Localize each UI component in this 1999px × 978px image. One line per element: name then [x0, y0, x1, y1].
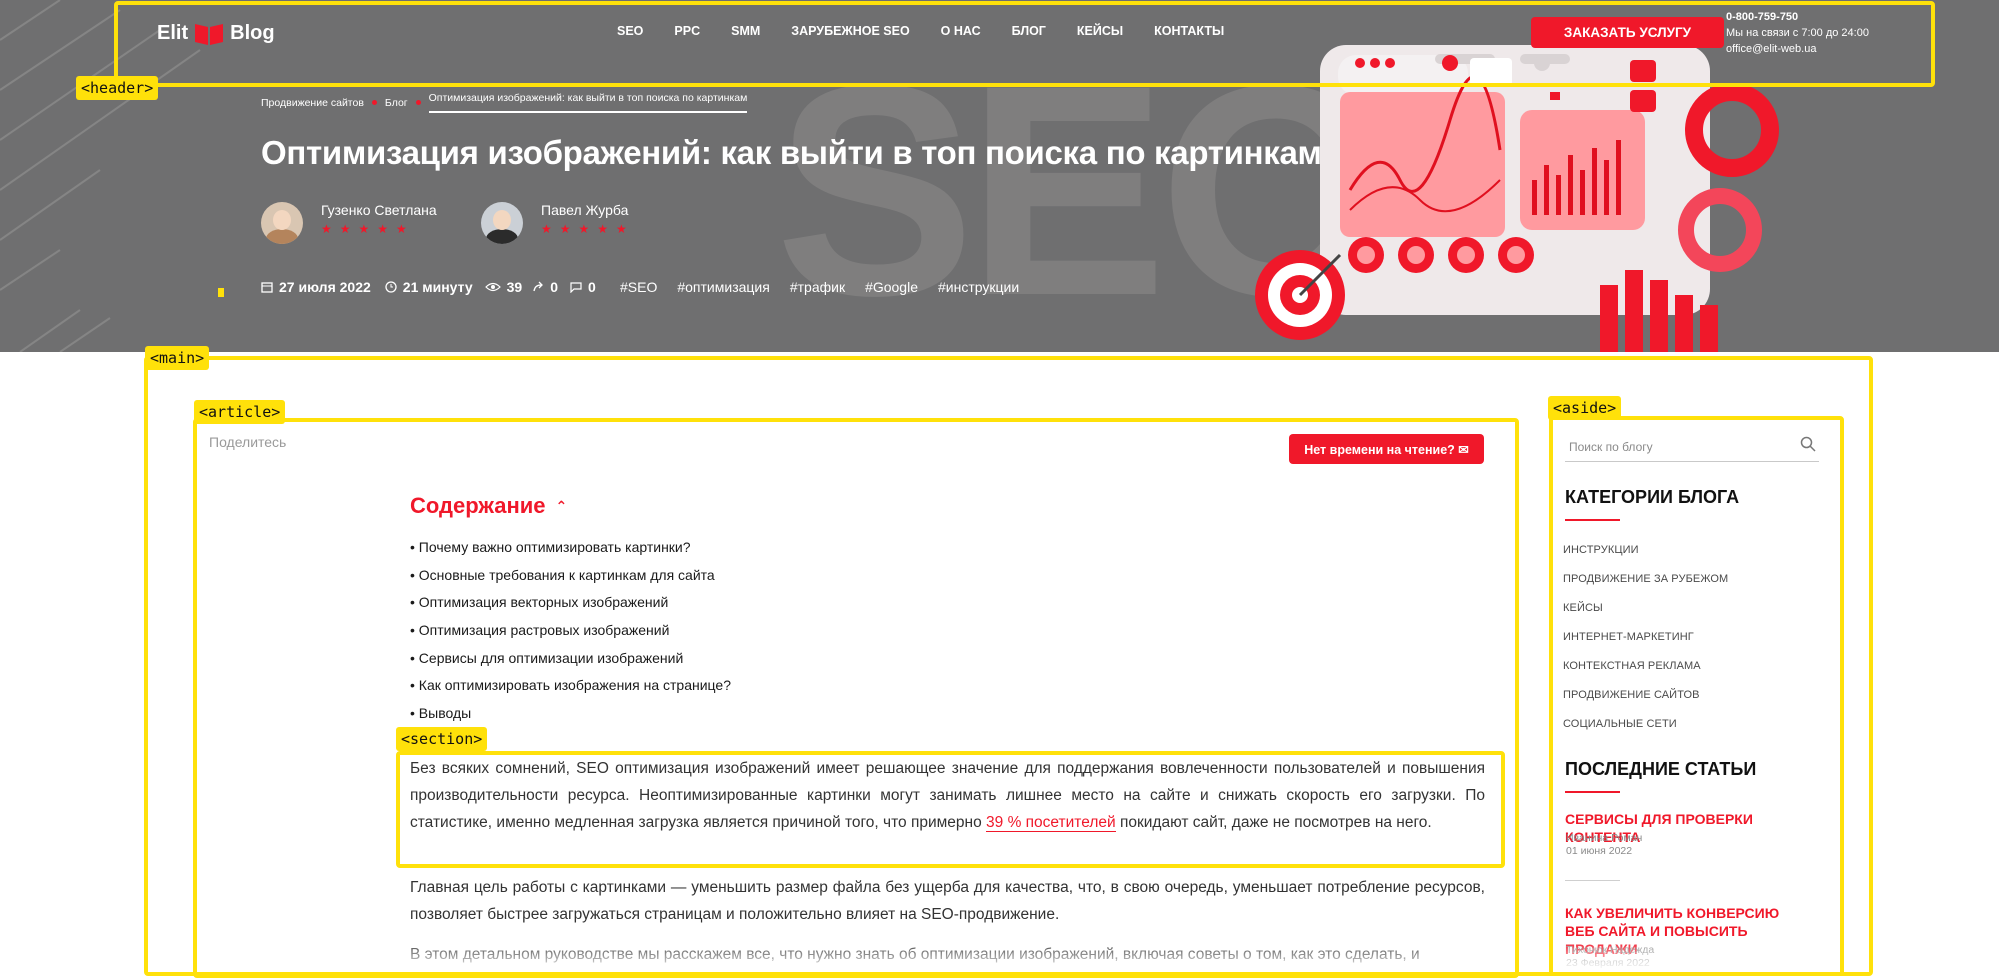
- aside-annotation-label: <aside>: [1548, 396, 1622, 420]
- page-title: Оптимизация изображений: как выйти в топ…: [261, 134, 1322, 171]
- header-annotation-label: <header>: [76, 76, 159, 100]
- breadcrumb-separator-icon: [415, 100, 421, 105]
- views-count: 39: [506, 279, 523, 295]
- author-card[interactable]: Павел Журба ★★★★★: [481, 202, 635, 244]
- read-time: 21 минуту: [402, 279, 473, 295]
- comments-count: 0: [588, 279, 596, 295]
- publish-date: 27 июля 2022: [279, 279, 371, 295]
- breadcrumb: Продвижение сайтов Блог Оптимизация изоб…: [261, 92, 748, 113]
- author-name: Павел Журба: [541, 202, 629, 218]
- article-annotation-label: <article>: [194, 400, 286, 424]
- article-annotation-box: [193, 418, 1519, 978]
- share-icon: [533, 281, 544, 292]
- aside-annotation-box: [1549, 416, 1844, 976]
- eye-icon: [484, 282, 501, 292]
- author-name: Гузенко Светлана: [321, 202, 437, 218]
- clock-icon: [385, 281, 397, 293]
- tag-list: #SEO #оптимизация #трафик #Google #инстр…: [620, 279, 1019, 295]
- avatar: [261, 202, 303, 244]
- star-rating: ★★★★★: [541, 222, 635, 236]
- tag-link[interactable]: #Google: [865, 279, 918, 295]
- star-rating: ★★★★★: [321, 222, 415, 236]
- breadcrumb-current: Оптимизация изображений: как выйти в топ…: [428, 92, 748, 113]
- shares-count: 0: [550, 279, 558, 295]
- annotation-marker: [218, 288, 224, 297]
- breadcrumb-separator-icon: [371, 100, 377, 105]
- breadcrumb-link-blog[interactable]: Блог: [385, 97, 408, 109]
- tag-link[interactable]: #трафик: [790, 279, 845, 295]
- tag-link[interactable]: #оптимизация: [677, 279, 769, 295]
- author-card[interactable]: Гузенко Светлана ★★★★★: [261, 202, 437, 244]
- section-annotation-box: [396, 751, 1505, 868]
- section-annotation-label: <section>: [396, 727, 488, 751]
- tag-link[interactable]: #SEO: [620, 279, 657, 295]
- header-annotation-box: [114, 1, 1935, 87]
- article-meta: 27 июля 2022 21 минуту 39 0 0: [261, 279, 596, 295]
- calendar-icon: [261, 282, 273, 293]
- main-annotation-label: <main>: [145, 346, 210, 370]
- breadcrumb-link-promotion[interactable]: Продвижение сайтов: [261, 97, 364, 109]
- tag-link[interactable]: #инструкции: [938, 279, 1019, 295]
- comment-icon: [570, 282, 582, 293]
- avatar: [481, 202, 523, 244]
